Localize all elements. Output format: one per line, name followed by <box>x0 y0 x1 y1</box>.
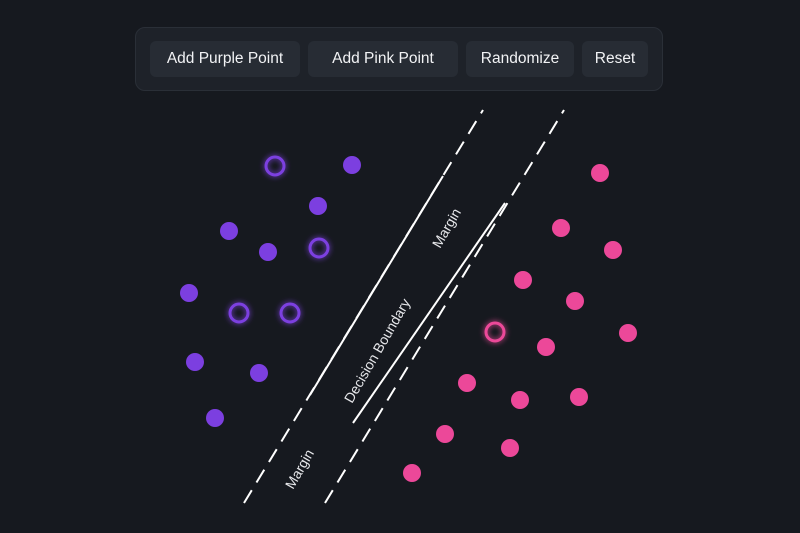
pink-point[interactable] <box>501 439 519 457</box>
pink-point[interactable] <box>604 241 622 259</box>
margin-upper-label: Margin <box>429 205 464 250</box>
purple-point[interactable] <box>180 284 198 302</box>
purple-point[interactable] <box>309 197 327 215</box>
svm-canvas[interactable]: Add Purple Point Add Pink Point Randomiz… <box>0 0 800 533</box>
pink-point[interactable] <box>619 324 637 342</box>
purple-point[interactable] <box>186 353 204 371</box>
pink-point[interactable] <box>458 374 476 392</box>
pink-point[interactable] <box>570 388 588 406</box>
margin-line-upper <box>324 109 565 504</box>
purple-support-vector-point[interactable] <box>279 302 301 324</box>
pink-point[interactable] <box>591 164 609 182</box>
purple-point[interactable] <box>220 222 238 240</box>
pink-point[interactable] <box>514 271 532 289</box>
pink-point[interactable] <box>566 292 584 310</box>
margin-lower-label: Margin <box>282 446 317 491</box>
pink-point[interactable] <box>403 464 421 482</box>
pink-point[interactable] <box>552 219 570 237</box>
pink-support-vector-point[interactable] <box>484 321 506 343</box>
pink-point[interactable] <box>537 338 555 356</box>
purple-point[interactable] <box>250 364 268 382</box>
decision-boundary-line-lower <box>352 202 506 424</box>
purple-points <box>180 155 361 427</box>
purple-support-vector-point[interactable] <box>264 155 286 177</box>
pink-point[interactable] <box>436 425 454 443</box>
plot-area[interactable]: Decision Boundary Margin Margin <box>0 0 800 533</box>
pink-point[interactable] <box>511 391 529 409</box>
purple-point[interactable] <box>206 409 224 427</box>
purple-support-vector-point[interactable] <box>308 237 330 259</box>
purple-point[interactable] <box>259 243 277 261</box>
purple-support-vector-point[interactable] <box>228 302 250 324</box>
purple-point[interactable] <box>343 156 361 174</box>
pink-points <box>403 164 637 482</box>
